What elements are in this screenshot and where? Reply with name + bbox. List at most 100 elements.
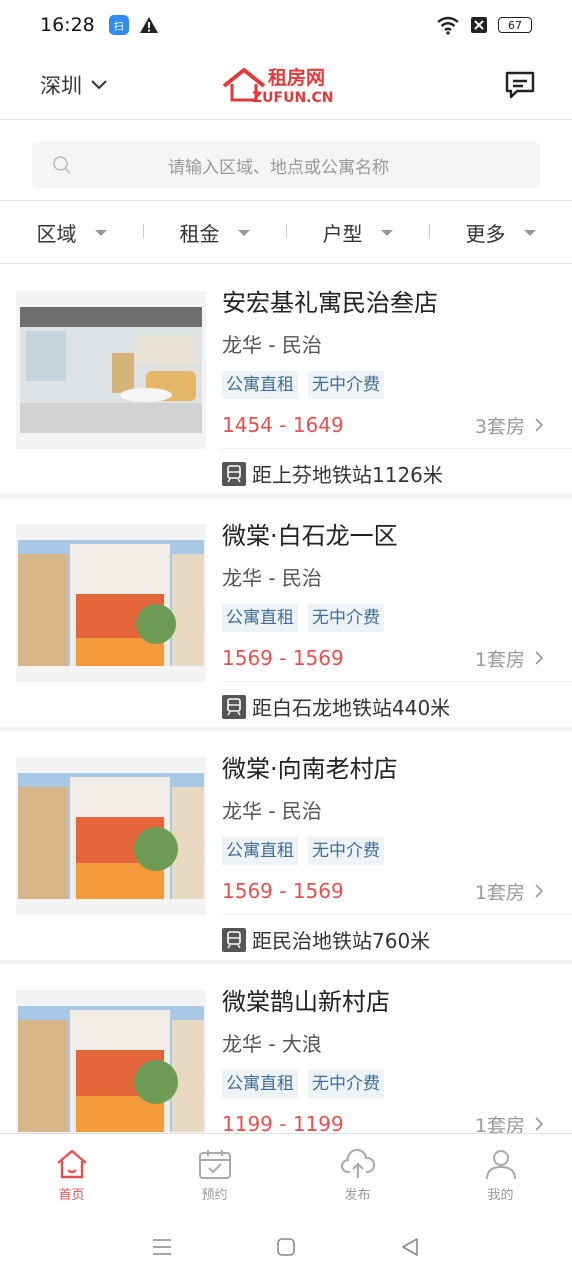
city-selector[interactable]: 深圳 (40, 70, 108, 100)
listing-photo (16, 990, 206, 1133)
tag-no-agency-fee: 无中介费 (308, 1070, 384, 1098)
chevron-right-icon (535, 418, 544, 432)
room-count: 3套房 (475, 412, 562, 439)
chevron-right-icon (535, 884, 544, 898)
nav-profile[interactable]: 我的 (429, 1134, 572, 1213)
metro-info: 距上芬地铁站1126米 (222, 459, 443, 488)
listing-photo (16, 291, 206, 449)
app-header: 深圳 租房网 ZUFUN.CN (0, 50, 572, 120)
filter-more[interactable]: 更多 (429, 218, 572, 247)
filter-area[interactable]: 区域 (0, 218, 143, 247)
warning-icon (139, 17, 158, 33)
listing-area: 龙华 - 民治 (222, 333, 322, 357)
tag-no-agency-fee: 无中介费 (308, 604, 384, 632)
filter-label: 更多 (465, 222, 506, 246)
filter-rent[interactable]: 租金 (143, 218, 286, 247)
filter-layout[interactable]: 户型 (286, 218, 429, 247)
listing-card[interactable]: 微棠鹊山新村店 龙华 - 大浪 公寓直租 无中介费 1199 - 1199 1套… (0, 964, 572, 1133)
nav-label: 预约 (201, 1188, 228, 1203)
chevron-right-icon (535, 1117, 544, 1131)
room-count-label: 1套房 (474, 648, 525, 671)
search-icon (53, 156, 71, 174)
menu-icon[interactable] (151, 1237, 173, 1257)
no-sim-icon (471, 17, 487, 33)
tag-direct-rent: 公寓直租 (222, 371, 298, 399)
filter-label: 户型 (322, 222, 363, 246)
home-button-icon[interactable] (275, 1236, 297, 1258)
nav-publish[interactable]: 发布 (286, 1134, 429, 1213)
listing-area: 龙华 - 民治 (222, 566, 322, 590)
back-icon[interactable] (399, 1236, 421, 1258)
listing-title: 安宏基礼寓民治叁店 (222, 289, 438, 317)
dropdown-arrow-icon (523, 229, 536, 236)
tag-direct-rent: 公寓直租 (222, 837, 298, 865)
dropdown-arrow-icon (237, 229, 250, 236)
message-button[interactable] (504, 69, 536, 101)
status-bar: 16:28 扫 67 (0, 0, 572, 50)
filter-label: 区域 (36, 222, 77, 246)
search-input[interactable]: 请输入区域、地点或公寓名称 (32, 142, 540, 188)
listing-price: 1199 - 1199 (222, 1112, 344, 1133)
battery-level: 67 (508, 18, 522, 32)
room-count-label: 1套房 (474, 881, 525, 904)
dropdown-arrow-icon (380, 229, 393, 236)
room-count: 1套房 (475, 645, 562, 672)
filter-label: 租金 (179, 222, 220, 246)
tag-no-agency-fee: 无中介费 (308, 837, 384, 865)
battery-icon: 67 (498, 17, 532, 33)
logo-text: 租房网 (268, 66, 325, 89)
filter-bar: 区域 租金 户型 更多 (0, 202, 572, 264)
listing-price: 1454 - 1649 (222, 413, 344, 437)
nav-label: 首页 (58, 1188, 85, 1203)
chevron-down-icon (91, 79, 107, 89)
search-placeholder: 请输入区域、地点或公寓名称 (168, 157, 389, 178)
listing-title: 微棠鹊山新村店 (222, 988, 390, 1016)
zufun-logo: 租房网 ZUFUN.CN (222, 62, 352, 108)
search-section: 请输入区域、地点或公寓名称 (0, 121, 572, 201)
room-count-label: 1套房 (474, 1114, 525, 1134)
tag-direct-rent: 公寓直租 (222, 1070, 298, 1098)
listing-card[interactable]: 微棠·白石龙一区 龙华 - 民治 公寓直租 无中介费 1569 - 1569 1… (0, 498, 572, 731)
metro-icon (222, 461, 246, 486)
logo-sub: ZUFUN.CN (252, 90, 333, 106)
house-logo-icon: 租房网 ZUFUN.CN (222, 66, 333, 106)
tag-direct-rent: 公寓直租 (222, 604, 298, 632)
listing-price: 1569 - 1569 (222, 646, 344, 670)
user-icon (485, 1150, 516, 1180)
room-count-label: 3套房 (474, 415, 525, 438)
listing-card[interactable]: 微棠·向南老村店 龙华 - 民治 公寓直租 无中介费 1569 - 1569 1… (0, 731, 572, 964)
nav-label: 我的 (487, 1188, 514, 1203)
wifi-icon (437, 16, 459, 35)
listing-area: 龙华 - 民治 (222, 799, 322, 823)
cloud-upload-icon (340, 1149, 375, 1178)
metro-distance: 距上芬地铁站1126米 (252, 463, 443, 487)
dropdown-arrow-icon (94, 229, 107, 236)
listing-area: 龙华 - 大浪 (222, 1032, 322, 1056)
room-count: 1套房 (475, 878, 562, 905)
metro-info: 距民治地铁站760米 (222, 925, 430, 954)
metro-distance: 距白石龙地铁站440米 (252, 696, 451, 720)
message-icon (505, 71, 535, 98)
card-divider (222, 448, 572, 449)
metro-icon (222, 694, 246, 719)
listing-photo (16, 757, 206, 915)
chevron-right-icon (535, 651, 544, 665)
system-nav-bar (0, 1213, 572, 1280)
nav-home[interactable]: 首页 (0, 1134, 143, 1213)
listing-price: 1569 - 1569 (222, 879, 344, 903)
listing-list: 安宏基礼寓民治叁店 龙华 - 民治 公寓直租 无中介费 1454 - 1649 … (0, 265, 572, 1133)
status-time: 16:28 (40, 14, 95, 36)
city-label: 深圳 (40, 73, 82, 98)
listing-photo (16, 524, 206, 682)
listing-title: 微棠·向南老村店 (222, 755, 398, 783)
listing-card[interactable]: 安宏基礼寓民治叁店 龙华 - 民治 公寓直租 无中介费 1454 - 1649 … (0, 265, 572, 498)
card-divider (222, 914, 572, 915)
calendar-icon (198, 1150, 231, 1179)
bottom-nav: 首页 预约 发布 我的 (0, 1133, 572, 1213)
app-notification-icon: 扫 (108, 15, 129, 35)
room-count: 1套房 (474, 1111, 562, 1134)
listing-title: 微棠·白石龙一区 (222, 522, 398, 550)
home-icon (56, 1149, 87, 1179)
nav-booking[interactable]: 预约 (143, 1134, 286, 1213)
tag-no-agency-fee: 无中介费 (308, 371, 384, 399)
